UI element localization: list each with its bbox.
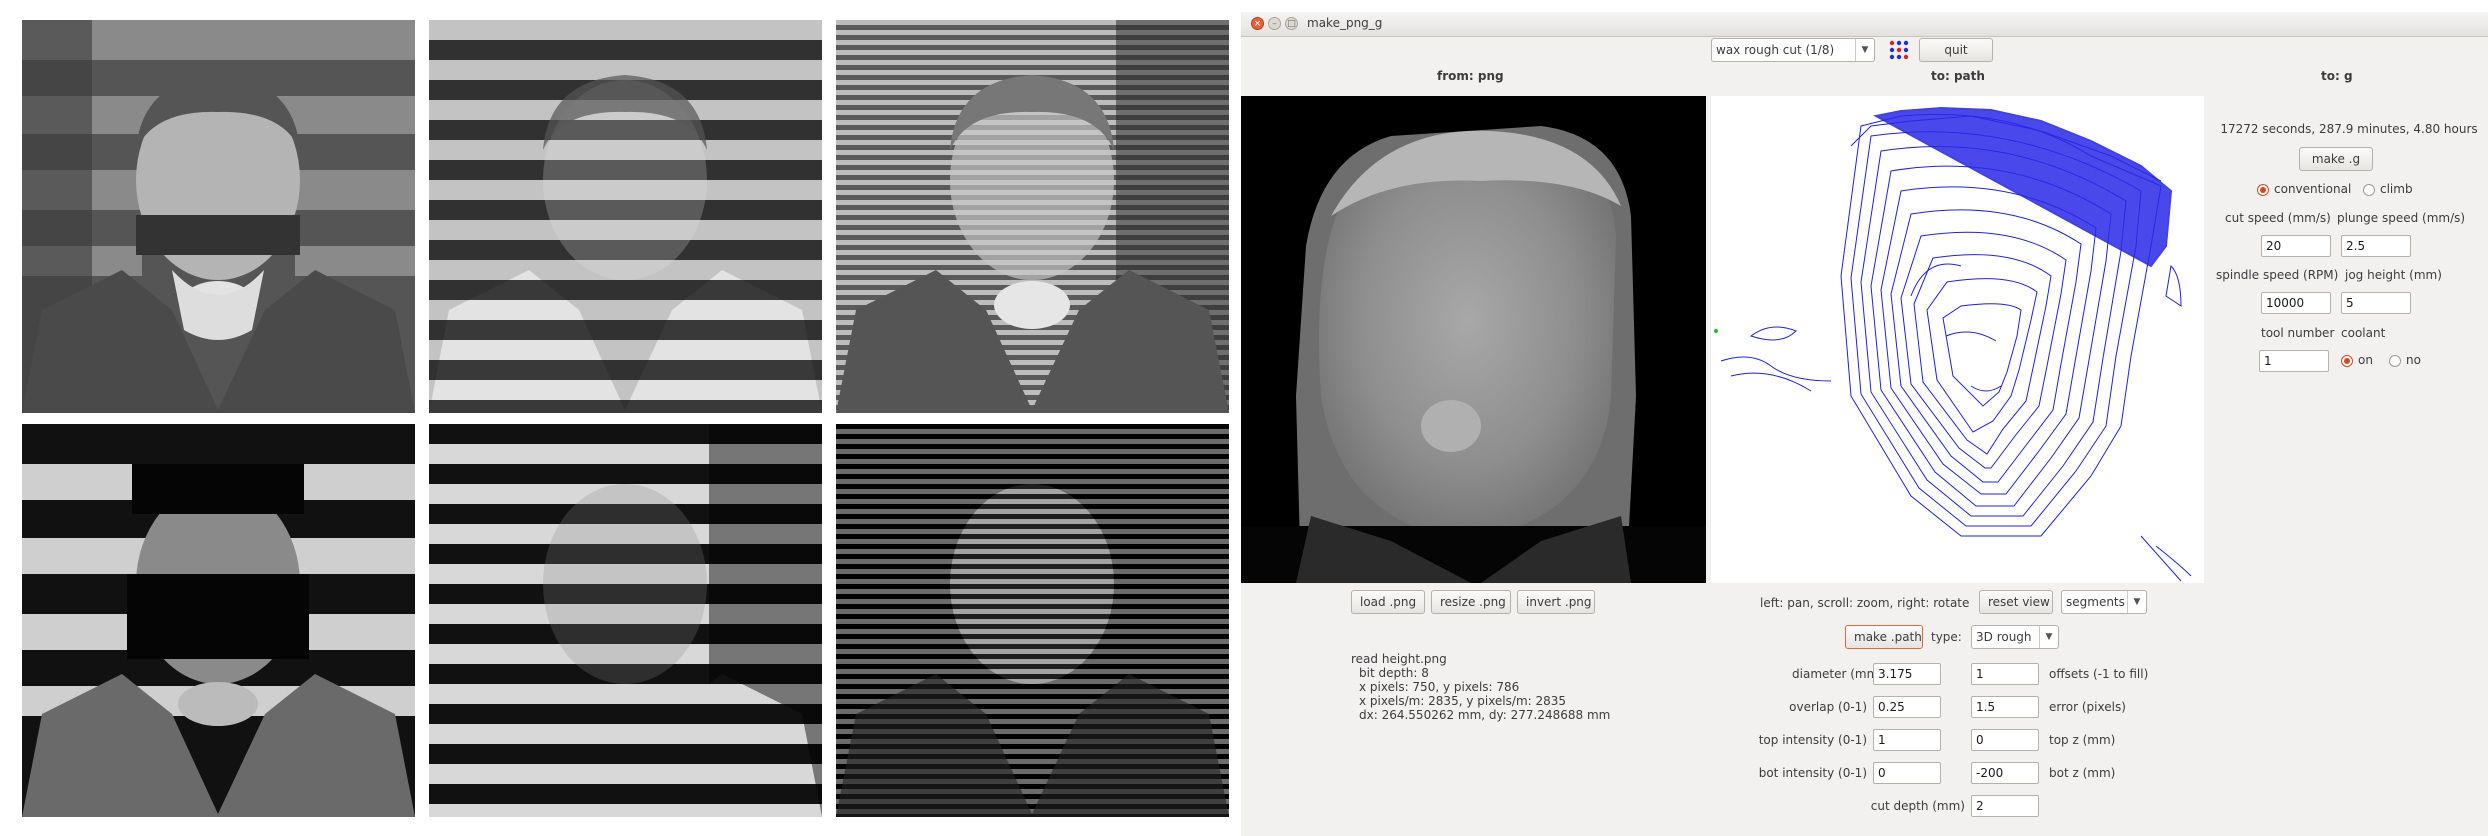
title-bar: × – □ make_png_g — [1241, 12, 2488, 37]
cut-speed-label: cut speed (mm/s) — [2225, 211, 2331, 225]
structured-light-photo-6 — [836, 424, 1229, 817]
height-map-preview — [1241, 96, 1706, 583]
coolant-label: coolant — [2341, 326, 2386, 340]
time-estimate-text: 17272 seconds, 287.9 minutes, 4.80 hours — [2220, 122, 2478, 136]
diameter-field[interactable]: 3.175 — [1873, 663, 1941, 685]
make-g-button[interactable]: make .g — [2299, 147, 2373, 171]
bot-z-label: bot z (mm) — [2049, 766, 2116, 780]
minimize-icon[interactable]: – — [1268, 17, 1281, 30]
path-type-select[interactable]: 3D rough ▼ — [1971, 625, 2059, 649]
column-header-to-path: to: path — [1931, 69, 1985, 83]
png-info-line: read height.png — [1351, 652, 1447, 666]
coolant-no-radio[interactable] — [2389, 355, 2401, 367]
coolant-on-radio[interactable] — [2341, 355, 2353, 367]
resize-png-button[interactable]: resize .png — [1431, 590, 1511, 614]
toolpath-preview[interactable] — [1711, 96, 2204, 583]
structured-light-photo-4 — [22, 424, 415, 817]
offsets-field[interactable]: 1 — [1971, 663, 2039, 685]
process-select-value: wax rough cut (1/8) — [1716, 43, 1835, 57]
photo-3-image — [836, 20, 1229, 413]
load-png-button[interactable]: load .png — [1351, 590, 1425, 614]
cut-depth-field[interactable]: 2 — [1971, 795, 2039, 817]
coolant-on-label: on — [2358, 353, 2373, 367]
bot-intensity-field[interactable]: 0 — [1873, 762, 1941, 784]
png-info-line: x pixels: 750, y pixels: 786 — [1359, 680, 1520, 694]
toolpath-image — [1714, 106, 2192, 582]
column-header-from-png: from: png — [1437, 69, 1504, 83]
close-icon[interactable]: × — [1251, 17, 1264, 30]
offsets-label: offsets (-1 to fill) — [2049, 667, 2149, 681]
png-info-line: bit depth: 8 — [1359, 666, 1429, 680]
photo-1-image — [22, 20, 415, 413]
bot-intensity-label: bot intensity (0-1) — [1758, 766, 1867, 780]
cut-depth-label: cut depth (mm) — [1870, 799, 1965, 813]
spindle-speed-label: spindle speed (RPM) — [2216, 268, 2339, 282]
climb-label: climb — [2380, 182, 2413, 196]
photo-6-image — [836, 424, 1229, 817]
structured-light-photo-5 — [429, 424, 822, 817]
invert-png-button[interactable]: invert .png — [1517, 590, 1595, 614]
png-info-line: dx: 264.550262 mm, dy: 277.248688 mm — [1359, 708, 1611, 722]
photo-2-image — [429, 20, 822, 413]
structured-light-photo-2 — [429, 20, 822, 413]
view-mode-select[interactable]: segments ▼ — [2061, 590, 2147, 614]
structured-light-photo-1 — [22, 20, 415, 413]
structured-light-photo-3 — [836, 20, 1229, 413]
path-type-value: 3D rough — [1976, 630, 2032, 644]
tool-number-label: tool number — [2261, 326, 2335, 340]
reset-view-button[interactable]: reset view — [1979, 590, 2053, 614]
conventional-label: conventional — [2274, 182, 2352, 196]
coolant-no-label: no — [2406, 353, 2421, 367]
make-png-g-window: × – □ make_png_g wax rough cut (1/8) ▼ q… — [1241, 12, 2488, 836]
type-label: type: — [1931, 630, 1962, 644]
png-info-text: read height.png bit depth: 8 x pixels: 7… — [1351, 652, 1610, 722]
window-title: make_png_g — [1307, 16, 1383, 30]
chevron-down-icon: ▼ — [1855, 39, 1874, 61]
chevron-down-icon: ▼ — [2039, 626, 2058, 648]
screenshot-scene: × – □ make_png_g wax rough cut (1/8) ▼ q… — [0, 0, 2488, 836]
overlap-label: overlap (0-1) — [1789, 700, 1867, 714]
make-path-button[interactable]: make .path — [1845, 625, 1923, 649]
bot-z-field[interactable]: -200 — [1971, 762, 2039, 784]
cut-speed-field[interactable]: 20 — [2261, 235, 2331, 257]
tool-number-field[interactable]: 1 — [2259, 350, 2329, 372]
fab-modules-icon[interactable] — [1889, 40, 1909, 60]
plunge-speed-field[interactable]: 2.5 — [2341, 235, 2411, 257]
error-field[interactable]: 1.5 — [1971, 696, 2039, 718]
top-intensity-label: top intensity (0-1) — [1758, 733, 1867, 747]
climb-radio[interactable] — [2363, 184, 2375, 196]
plunge-speed-label: plunge speed (mm/s) — [2337, 211, 2466, 225]
spindle-speed-field[interactable]: 10000 — [2261, 292, 2331, 314]
process-select[interactable]: wax rough cut (1/8) ▼ — [1711, 38, 1875, 62]
column-header-to-g: to: g — [2321, 69, 2353, 83]
maximize-icon[interactable]: □ — [1285, 17, 1298, 30]
error-label: error (pixels) — [2049, 700, 2126, 714]
jog-height-field[interactable]: 5 — [2341, 292, 2411, 314]
quit-button[interactable]: quit — [1919, 38, 1993, 62]
view-hint-text: left: pan, scroll: zoom, right: rotate — [1760, 596, 1970, 610]
photo-4-image — [22, 424, 415, 817]
overlap-field[interactable]: 0.25 — [1873, 696, 1941, 718]
conventional-radio[interactable] — [2257, 184, 2269, 196]
top-z-field[interactable]: 0 — [1971, 729, 2039, 751]
diameter-label: diameter (mm) — [1792, 667, 1883, 681]
top-z-label: top z (mm) — [2049, 733, 2116, 747]
photo-5-image — [429, 424, 822, 817]
view-mode-value: segments — [2066, 595, 2125, 609]
jog-height-label: jog height (mm) — [2345, 268, 2442, 282]
height-map-image — [1241, 96, 1706, 583]
chevron-down-icon: ▼ — [2127, 591, 2146, 613]
top-intensity-field[interactable]: 1 — [1873, 729, 1941, 751]
png-info-line: x pixels/m: 2835, y pixels/m: 2835 — [1359, 694, 1567, 708]
